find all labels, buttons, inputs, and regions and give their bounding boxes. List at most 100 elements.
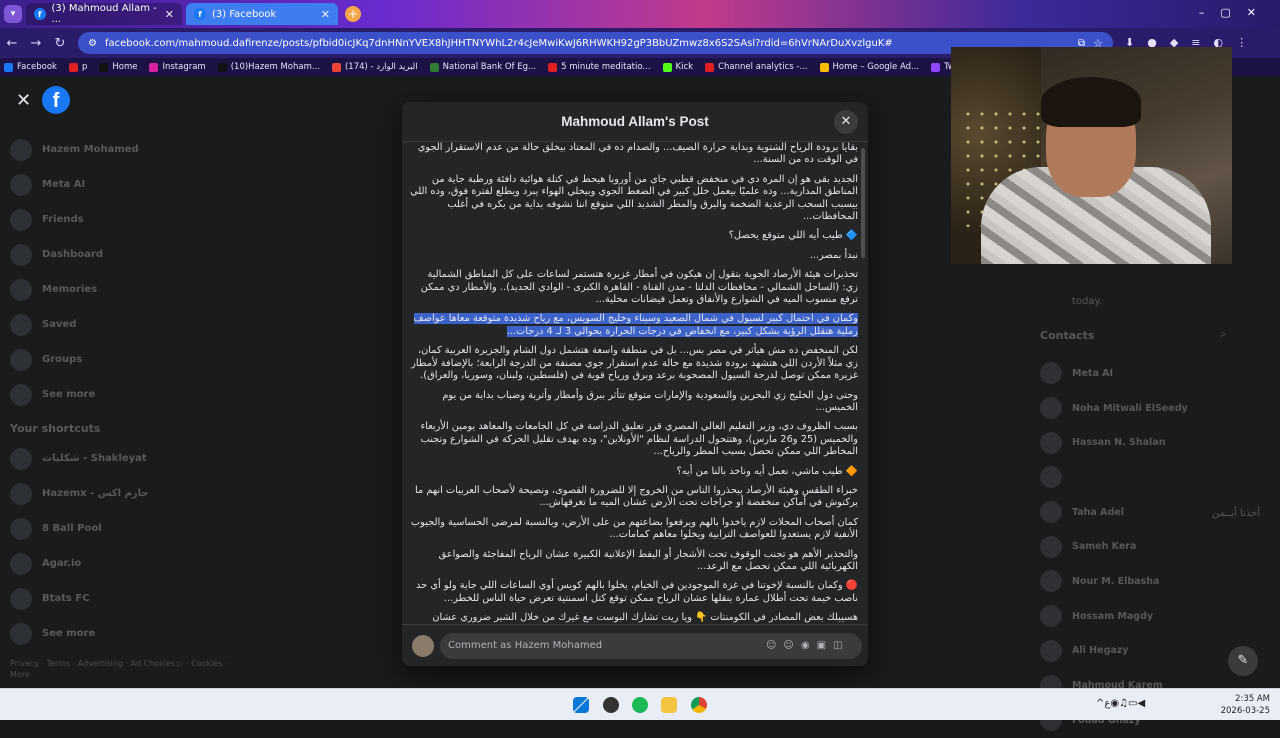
bookmark-item[interactable]: (174) - البريد الوارد — [331, 62, 418, 72]
sidebar-item-groups[interactable]: Groups — [10, 342, 230, 377]
contact-arabic-name: أخذنا أيــمن — [1212, 508, 1261, 519]
contact-item[interactable]: Hossam Magdy — [1040, 599, 1270, 634]
shortcut-item[interactable]: Btats FC — [10, 581, 230, 616]
tab-close-icon[interactable]: ✕ — [165, 8, 174, 21]
date-text: 2026-03-25 — [1220, 706, 1270, 716]
bookmark-item[interactable]: Kick — [662, 62, 693, 72]
post-paragraph: كمان أصحاب المحلات لازم ياخدوا بالهم وير… — [410, 516, 858, 541]
scrollbar[interactable] — [861, 148, 865, 258]
contact-item[interactable]: Meta AI — [1040, 356, 1270, 391]
person-hair — [1041, 77, 1141, 127]
bookmark-item[interactable]: Facebook — [4, 62, 57, 72]
clock[interactable]: 2:35 AM 2026-03-25 — [1221, 693, 1270, 717]
sidebar-item-see-more[interactable]: See more — [10, 377, 230, 412]
facebook-logo-icon[interactable]: f — [42, 86, 70, 114]
bookmark-item[interactable]: Home – Google Ad... — [819, 62, 919, 72]
facebook-favicon-icon: f — [34, 8, 46, 20]
contact-item[interactable] — [1040, 460, 1270, 495]
friends-icon — [10, 208, 32, 231]
search-icon[interactable]: ⌕ — [1220, 329, 1226, 340]
spotify-icon[interactable] — [632, 697, 648, 713]
post-modal: Mahmoud Allam's Post ✕ بقايا برودة الريا… — [402, 102, 868, 666]
bookmark-item[interactable]: Channel analytics -... — [705, 62, 808, 72]
comment-input[interactable] — [448, 640, 758, 651]
shortcut-item[interactable]: Agar.io — [10, 546, 230, 581]
start-icon[interactable] — [573, 697, 589, 713]
file-explorer-icon[interactable] — [661, 697, 677, 713]
avatar — [1040, 362, 1062, 385]
sidebar-item-dashboard[interactable]: Dashboard — [10, 237, 230, 272]
sidebar-item-profile[interactable]: Hazem Mohamed — [10, 132, 230, 167]
post-body[interactable]: بقايا برودة الرياح الشتوية وبداية حرارة … — [402, 142, 868, 624]
contact-item[interactable]: Sameh Kera — [1040, 529, 1270, 564]
post-paragraph: لكن المنخفض ده مش هيأثر في مصر بس... بل … — [411, 345, 858, 382]
avatar — [1040, 466, 1062, 489]
modal-header: Mahmoud Allam's Post — [402, 102, 868, 142]
new-message-button[interactable]: ✎ — [1228, 646, 1258, 676]
shortcut-item[interactable]: 8 Ball Pool — [10, 511, 230, 546]
contact-item[interactable]: Hassan N. Shalan — [1040, 425, 1270, 460]
post-paragraph: 🔴 وكمان بالنسبة لإخوتنا في غزة الموجودين… — [416, 580, 858, 604]
post-paragraph: بسبب الظروف دي، وزير التعليم العالي المص… — [420, 421, 858, 458]
new-tab-button[interactable]: + — [345, 6, 361, 22]
post-paragraph: خبراء الطقس وهيئة الأرصاد بيحذروا الناس … — [414, 484, 858, 509]
forward-icon[interactable]: → — [24, 36, 48, 51]
window-controls[interactable]: –▢✕ — [1199, 6, 1272, 19]
close-icon[interactable]: ✕ — [16, 90, 31, 111]
chevron-down-icon — [10, 622, 32, 645]
contact-item[interactable]: Nour M. Elbasha — [1040, 564, 1270, 599]
post-paragraph-selected: وكمان في احتمال كبير لسيول في شمال الصعي… — [410, 313, 858, 338]
sidebar-item-saved[interactable]: Saved — [10, 307, 230, 342]
post-paragraph: وحتى دول الخليج زي البحرين والسعودية وال… — [442, 389, 858, 413]
avatar — [1040, 535, 1062, 558]
comment-box[interactable]: ☺☺◉▣◫ — [440, 632, 862, 659]
facebook-favicon-icon: f — [194, 8, 206, 20]
bookmark-item[interactable]: p — [68, 62, 87, 72]
avatar — [1040, 431, 1062, 454]
chrome-icon[interactable] — [691, 697, 707, 713]
webcam-overlay — [951, 47, 1232, 264]
avatar — [1040, 605, 1062, 628]
sidebar-item-meta-ai[interactable]: Meta AI — [10, 167, 230, 202]
post-paragraph: 🔷 طيب أيه اللي متوقع يحصل؟ — [728, 230, 858, 242]
memories-icon — [10, 278, 32, 301]
url-text[interactable]: facebook.com/mahmoud.dafirenze/posts/pfb… — [105, 38, 893, 49]
shortcuts-heading: Your shortcuts — [10, 422, 101, 435]
bookmark-item[interactable]: Instagram — [149, 62, 206, 72]
footer-links[interactable]: Privacy · Terms · Advertising · Ad Choic… — [10, 658, 230, 680]
back-icon[interactable]: ← — [0, 36, 24, 51]
avatar — [1040, 570, 1062, 593]
post-paragraph: والتحذير الأهم هو تجنب الوقوف تحت الأشجا… — [438, 548, 858, 572]
contact-item[interactable]: Noha Mitwali ElSeedy — [1040, 391, 1270, 426]
tab-close-icon[interactable]: ✕ — [321, 8, 330, 21]
avatar — [10, 138, 32, 161]
avatar — [1040, 501, 1062, 524]
language-indicator: ع — [1104, 698, 1111, 709]
tab-facebook[interactable]: f (3) Facebook ✕ — [186, 3, 338, 25]
comment-tool-icons[interactable]: ☺☺◉▣◫ — [766, 640, 849, 651]
bookmark-item[interactable]: 5 minute meditatio... — [548, 62, 651, 72]
sidebar-item-memories[interactable]: Memories — [10, 272, 230, 307]
site-info-icon[interactable]: ⚙ — [88, 38, 97, 49]
bookmark-item[interactable]: National Bank Of Eg... — [429, 62, 536, 72]
shortcut-item[interactable]: Hazemx - حازم اكس — [10, 476, 230, 511]
app-icon[interactable] — [603, 697, 619, 713]
sidebar-item-friends[interactable]: Friends — [10, 202, 230, 237]
system-tray[interactable]: ^ع◉♫▭◀ — [1096, 698, 1145, 709]
meta-ai-icon — [10, 173, 32, 196]
tab-label: (3) Mahmoud Allam - ... — [51, 3, 157, 25]
avatar — [1040, 397, 1062, 420]
reload-icon[interactable]: ↻ — [48, 36, 72, 51]
close-button[interactable]: ✕ — [834, 110, 858, 134]
text-selection: وكمان في احتمال كبير لسيول في شمال الصعي… — [413, 313, 858, 337]
browser-tab-strip: ▾ f (3) Mahmoud Allam - ... ✕ f (3) Face… — [0, 0, 1280, 28]
dashboard-icon — [10, 243, 32, 266]
shortcut-item[interactable]: شكليات - Shakleyat — [10, 441, 230, 476]
tab-search-button[interactable]: ▾ — [4, 5, 22, 23]
chevron-down-icon — [10, 383, 32, 406]
bookmark-item[interactable]: Home — [99, 62, 137, 72]
tab-mahmoud-allam[interactable]: f (3) Mahmoud Allam - ... ✕ — [26, 3, 182, 25]
bookmark-item[interactable]: (10)Hazem Moham... — [217, 62, 320, 72]
shortcut-see-more[interactable]: See more — [10, 616, 230, 651]
time-text: 2:35 AM — [1235, 694, 1270, 704]
